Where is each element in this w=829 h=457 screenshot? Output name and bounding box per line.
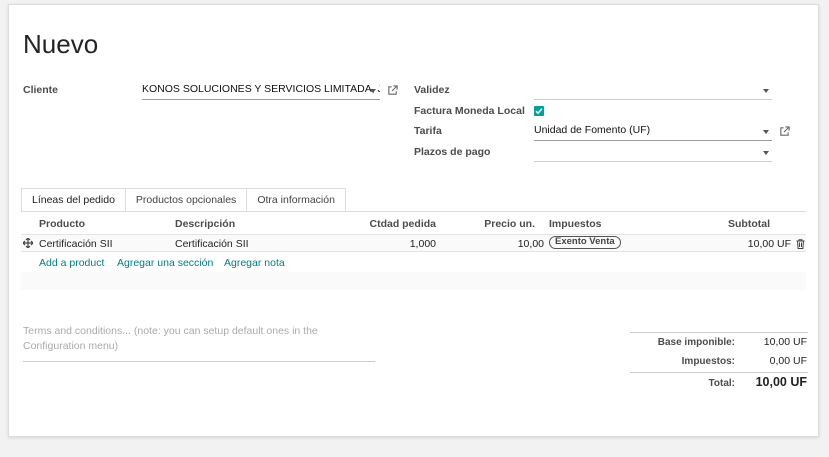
tabs-divider <box>21 211 806 212</box>
col-header-subtotal[interactable]: Subtotal <box>689 218 770 230</box>
impuestos-label: Impuestos: <box>681 356 735 367</box>
validez-label: Validez <box>414 84 450 96</box>
row-ctdad[interactable]: 1,000 <box>339 238 436 250</box>
row-subtotal: 10,00 UF <box>747 238 791 250</box>
tab-otra-informacion[interactable]: Otra información <box>247 188 346 212</box>
add-section-link[interactable]: Agregar una sección <box>117 257 213 269</box>
add-product-link[interactable]: Add a product <box>39 257 104 269</box>
col-header-precio[interactable]: Precio un. <box>459 218 535 230</box>
impuestos-value: 0,00 UF <box>769 355 807 367</box>
cliente-dropdown-icon[interactable] <box>370 89 376 93</box>
col-header-impuestos[interactable]: Impuestos <box>549 218 602 230</box>
plazos-pago-dropdown-icon[interactable] <box>763 151 769 155</box>
tab-lineas-pedido[interactable]: Líneas del pedido <box>21 188 126 212</box>
form-sheet: Nuevo Cliente KONOS SOLUCIONES Y SERVICI… <box>8 4 819 437</box>
validez-dropdown-icon[interactable] <box>763 89 769 93</box>
totals-top-divider <box>630 332 808 333</box>
tarifa-external-link-icon[interactable] <box>779 126 790 137</box>
tax-badge[interactable]: Exento Venta <box>549 236 621 249</box>
col-header-descripcion[interactable]: Descripción <box>175 218 235 230</box>
cliente-field[interactable]: KONOS SOLUCIONES Y SERVICIOS LIMITADA, J… <box>142 82 380 100</box>
row-descripcion[interactable]: Certificación SII <box>175 238 249 250</box>
factura-moneda-label: Factura Moneda Local <box>414 105 525 117</box>
base-imponible-label: Base imponible: <box>657 337 735 348</box>
totals-bottom-divider <box>630 372 808 373</box>
total-value: 10,00 UF <box>755 375 807 389</box>
plazos-pago-field[interactable] <box>534 144 772 162</box>
col-header-ctdad[interactable]: Ctdad pedida <box>339 218 436 230</box>
plazos-pago-label: Plazos de pago <box>414 146 491 158</box>
base-imponible-value: 10,00 UF <box>763 336 807 348</box>
tarifa-label: Tarifa <box>414 125 442 137</box>
terms-conditions-field[interactable]: Terms and conditions... (note: you can s… <box>23 324 375 362</box>
page-title: Nuevo <box>23 29 99 59</box>
add-note-link[interactable]: Agregar nota <box>224 257 285 269</box>
tarifa-field[interactable]: Unidad de Fomento (UF) <box>534 123 772 141</box>
tarifa-dropdown-icon[interactable] <box>763 130 769 134</box>
cliente-external-link-icon[interactable] <box>387 85 398 96</box>
drag-handle-icon[interactable] <box>23 238 33 248</box>
row-precio[interactable]: 10,00 <box>459 238 544 250</box>
validez-field[interactable] <box>534 82 772 100</box>
check-icon <box>535 108 543 115</box>
col-header-producto[interactable]: Producto <box>39 218 85 230</box>
cliente-label: Cliente <box>23 84 59 96</box>
empty-row <box>21 272 806 290</box>
trash-icon[interactable] <box>796 239 805 249</box>
tab-productos-opcionales[interactable]: Productos opcionales <box>125 188 248 212</box>
row-producto[interactable]: Certificación SII <box>39 238 113 250</box>
notebook-tabs: Líneas del pedido Productos opcionales O… <box>21 188 346 212</box>
factura-moneda-checkbox[interactable] <box>534 106 544 116</box>
